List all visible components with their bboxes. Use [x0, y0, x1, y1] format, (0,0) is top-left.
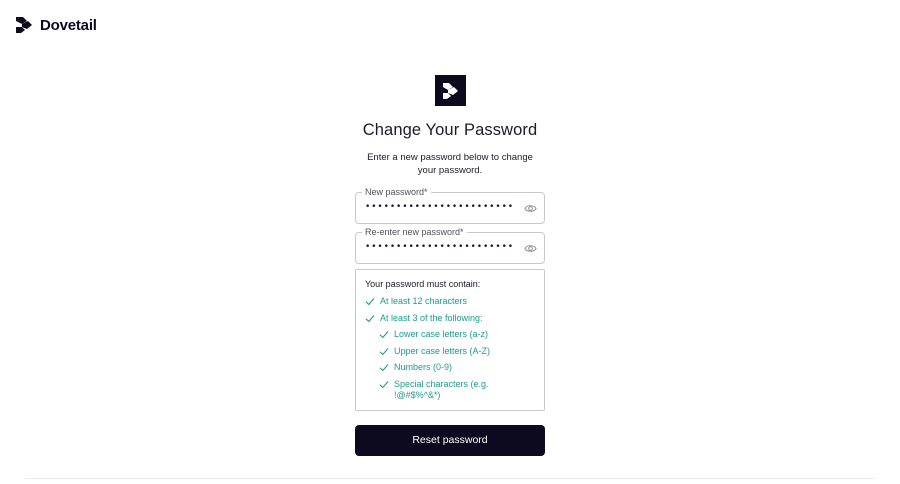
- show-password-icon[interactable]: [524, 243, 537, 254]
- brand[interactable]: Dovetail: [14, 15, 97, 35]
- brand-name: Dovetail: [40, 16, 97, 34]
- requirement-item: Upper case letters (A-Z): [365, 346, 544, 357]
- check-icon: [365, 314, 375, 322]
- requirement-item: Lower case letters (a-z): [365, 329, 544, 340]
- confirm-password-input[interactable]: [365, 242, 515, 252]
- check-icon: [379, 347, 389, 356]
- requirement-item: Special characters (e.g. !@#$%^&*): [365, 379, 544, 401]
- requirement-text: At least 12 characters: [380, 296, 468, 306]
- requirement-text: Upper case letters (A-Z): [394, 345, 491, 356]
- check-icon: [379, 381, 389, 389]
- requirements-list: At least 12 characters At least 3 of the …: [365, 296, 544, 401]
- new-password-input[interactable]: [365, 202, 515, 212]
- new-password-label: New password*: [362, 187, 431, 198]
- requirement-item: At least 12 characters: [365, 296, 544, 307]
- requirement-text: Numbers (0-9): [394, 362, 453, 373]
- logo-tile: [434, 75, 466, 106]
- confirm-password-field[interactable]: Re-enter new password*: [355, 227, 545, 264]
- password-requirements: Your password must contain: At least 12 …: [355, 269, 545, 411]
- confirm-password-label: Re-enter new password*: [362, 227, 467, 238]
- page-title: Change Your Password: [362, 121, 538, 139]
- requirement-text: Special characters (e.g. !@#$%^&*): [394, 378, 489, 400]
- page-subtitle: Enter a new password below to change you…: [367, 152, 533, 176]
- check-icon: [365, 298, 375, 306]
- change-password-card: Change Your Password Enter a new passwor…: [355, 75, 545, 456]
- requirement-item: At least 3 of the following:: [365, 313, 544, 324]
- requirements-heading: Your password must contain:: [365, 279, 481, 289]
- requirement-item: Numbers (0-9): [365, 362, 544, 373]
- requirement-text: Lower case letters (a-z): [394, 329, 489, 340]
- show-password-icon[interactable]: [524, 203, 537, 214]
- check-icon: [379, 331, 389, 339]
- footer-divider: [25, 478, 875, 479]
- dovetail-logo-icon: [16, 17, 32, 33]
- new-password-field[interactable]: New password*: [355, 187, 545, 224]
- check-icon: [379, 364, 389, 372]
- reset-password-button[interactable]: Reset password: [355, 424, 545, 456]
- dovetail-logo-icon: [443, 82, 458, 99]
- requirement-text: At least 3 of the following:: [380, 312, 483, 323]
